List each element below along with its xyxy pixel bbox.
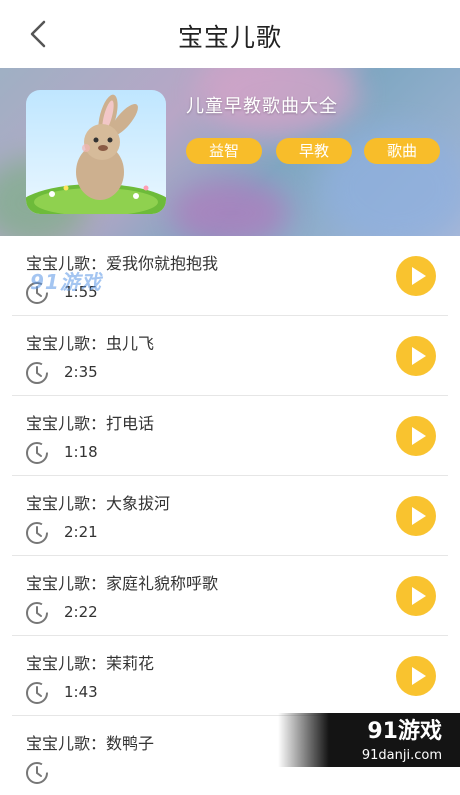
site-logo-text: 91游戏 <box>367 719 442 744</box>
play-icon <box>412 667 426 685</box>
song-title: 宝宝儿歌：数鸭子 <box>26 734 155 753</box>
song-duration: 2:35 <box>64 363 98 381</box>
site-logo-badge: 91游戏 91danji.com <box>278 713 460 767</box>
play-button[interactable] <box>396 416 436 456</box>
album-title: 儿童早教歌曲大全 <box>186 96 338 117</box>
play-button[interactable] <box>396 496 436 536</box>
song-row[interactable]: 宝宝儿歌：大象拔河 2:21 <box>12 476 448 556</box>
song-title: 宝宝儿歌：大象拔河 <box>26 494 171 513</box>
song-row[interactable]: 宝宝儿歌：茉莉花 1:43 <box>12 636 448 716</box>
song-row[interactable]: 宝宝儿歌：打电话 1:18 <box>12 396 448 476</box>
song-duration: 1:18 <box>64 443 98 461</box>
tag-chip-2[interactable]: 早教 <box>276 138 352 164</box>
clock-icon <box>26 362 48 384</box>
play-icon <box>412 347 426 365</box>
song-title: 宝宝儿歌：虫儿飞 <box>26 334 155 353</box>
clock-icon <box>26 762 48 784</box>
song-duration: 2:21 <box>64 523 98 541</box>
album-banner: 儿童早教歌曲大全 益智 早教 歌曲 <box>0 68 460 236</box>
play-button[interactable] <box>396 576 436 616</box>
song-duration: 2:22 <box>64 603 98 621</box>
tag-chip-3[interactable]: 歌曲 <box>364 138 440 164</box>
song-list: 宝宝儿歌：爱我你就抱抱我 1:55 宝宝儿歌：虫儿飞 2:35 宝宝儿歌：打电话… <box>0 236 460 795</box>
site-url-text: 91danji.com <box>361 748 442 763</box>
play-button[interactable] <box>396 656 436 696</box>
album-cover-image[interactable] <box>26 90 166 214</box>
song-title: 宝宝儿歌：打电话 <box>26 414 155 433</box>
play-button[interactable] <box>396 256 436 296</box>
clock-icon <box>26 522 48 544</box>
play-icon <box>412 427 426 445</box>
clock-icon <box>26 682 48 704</box>
song-title: 宝宝儿歌：茉莉花 <box>26 654 155 673</box>
tag-chip-1[interactable]: 益智 <box>186 138 262 164</box>
play-icon <box>412 507 426 525</box>
page-title: 宝宝儿歌 <box>177 23 282 52</box>
play-button[interactable] <box>396 336 436 376</box>
clock-icon <box>26 602 48 624</box>
song-row[interactable]: 宝宝儿歌：家庭礼貌称呼歌 2:22 <box>12 556 448 636</box>
play-icon <box>412 587 426 605</box>
watermark-overlay: 91游戏 <box>30 270 102 294</box>
song-title: 宝宝儿歌：家庭礼貌称呼歌 <box>26 574 219 593</box>
top-nav-bar: 宝宝儿歌 <box>0 0 460 69</box>
clock-icon <box>26 442 48 464</box>
song-duration: 1:43 <box>64 683 98 701</box>
play-icon <box>412 267 426 285</box>
song-row[interactable]: 宝宝儿歌：虫儿飞 2:35 <box>12 316 448 396</box>
